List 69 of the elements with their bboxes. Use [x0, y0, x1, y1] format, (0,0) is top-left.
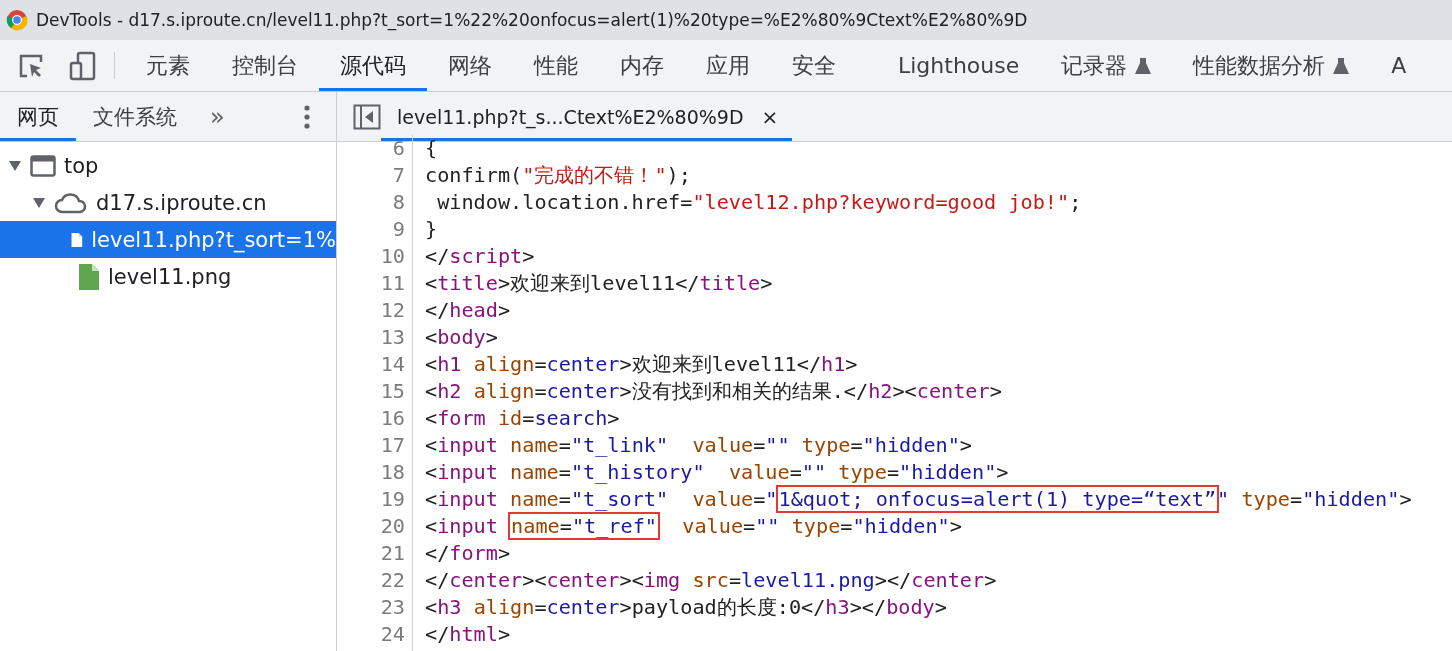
code-line: </center><center><img src=level11.png></center>: [425, 567, 998, 594]
panel-tab[interactable]: 性能: [513, 40, 599, 91]
panel-tab[interactable]: 元素: [125, 40, 211, 91]
tree-item[interactable]: d17.s.iproute.cn: [0, 184, 336, 221]
code-line: }: [425, 216, 439, 243]
panel-tab[interactable]: 网络: [427, 40, 513, 91]
line-number: 9: [391, 216, 405, 243]
highlight-box: 1&quot; onfocus=alert(1) type=“text”: [777, 487, 1218, 511]
line-number: 24: [379, 621, 405, 648]
navigator-tab[interactable]: 文件系统: [76, 92, 194, 141]
line-number: 22: [379, 567, 405, 594]
code-line: </html>: [425, 621, 512, 648]
tree-item[interactable]: level11.php?t_sort=1%: [0, 221, 336, 258]
code-line: </form>: [425, 540, 512, 567]
line-number: 21: [379, 540, 405, 567]
file-icon: [78, 262, 100, 291]
device-toolbar-icon[interactable]: [68, 51, 98, 81]
code-line: window.location.href="level12.php?keyword=good job!";: [436, 189, 1083, 216]
window-title: DevTools - d17.s.iproute.cn/level11.php?t_sort=1%22%20onfocus=alert(1)%20type=%E2%80%9Ctext%E2%80%9D: [36, 10, 1028, 30]
more-options-icon[interactable]: [304, 104, 310, 129]
line-number: 10: [379, 243, 405, 270]
line-number: 20: [379, 513, 405, 540]
line-number: 23: [379, 594, 405, 621]
code-text: <input: [425, 514, 499, 538]
line-number: 15: [379, 378, 405, 405]
tree-item[interactable]: level11.png: [0, 258, 336, 295]
browser-logo-icon: [6, 9, 28, 31]
panel-tab[interactable]: 应用: [685, 40, 771, 91]
expand-arrow-icon[interactable]: [9, 160, 21, 171]
code-line: </script>: [425, 243, 536, 270]
panel-tab[interactable]: 记录器: [1040, 40, 1173, 91]
line-number: 16: [379, 405, 405, 432]
line-number: 17: [379, 432, 405, 459]
line-number: 18: [379, 459, 405, 486]
code-line: <h3 align=center>payload的长度:0</h3></body>: [425, 594, 948, 621]
code-text: <input name="t_sort" value=": [425, 487, 778, 511]
line-number: 19: [379, 486, 405, 513]
code-line: <body>: [425, 324, 499, 351]
more-tabs-button[interactable]: »: [194, 92, 241, 141]
line-number: 11: [379, 270, 405, 297]
line-number: 8: [391, 189, 405, 216]
expand-arrow-icon[interactable]: [33, 197, 45, 208]
line-number: 13: [379, 324, 405, 351]
navigator-tab[interactable]: 网页: [0, 92, 76, 141]
highlight-box: name="t_ref": [510, 514, 658, 538]
code-text: value="" type="hidden">: [681, 514, 962, 538]
code-line: <h2 align=center>没有找到和相关的结果.</h2><center>: [425, 378, 1003, 405]
line-number: 14: [379, 351, 405, 378]
toggle-sidebar-icon[interactable]: [353, 103, 381, 130]
code-line: confirm("完成的不错！");: [425, 162, 692, 189]
panel-tab[interactable]: 控制台: [211, 40, 319, 91]
code-line: <form id=search>: [425, 405, 621, 432]
panel-tab[interactable]: 内存: [599, 40, 685, 91]
panel-tab[interactable]: 性能数据分析: [1172, 40, 1371, 91]
code-line: <input name="t_link" value="" type="hidden">: [425, 432, 973, 459]
code-text: " type="hidden">: [1217, 487, 1412, 511]
code-line: <title>欢迎来到level11</title>: [425, 270, 774, 297]
tree-item[interactable]: top: [0, 147, 336, 184]
panel-tab[interactable]: 安全: [771, 40, 857, 91]
frame-icon: [30, 154, 56, 177]
panel-tab[interactable]: Lighthouse: [877, 40, 1041, 91]
code-line: <h1 align=center>欢迎来到level11</h1>: [425, 351, 859, 378]
cloud-icon: [54, 191, 88, 214]
close-tab-button[interactable]: ×: [757, 104, 783, 129]
line-number: 7: [391, 162, 405, 189]
code-line: <input name="t_history" value="" type="hidden">: [425, 459, 1010, 486]
line-number: 12: [379, 297, 405, 324]
code-line: </head>: [425, 297, 512, 324]
panel-tab[interactable]: A: [1370, 40, 1428, 91]
